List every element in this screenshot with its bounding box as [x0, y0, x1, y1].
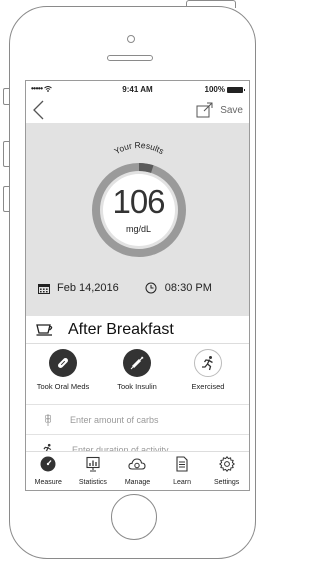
results-panel: Your Results 106 mg/dL Feb 14,2016 08:30…: [26, 123, 249, 316]
took-oral-meds-button[interactable]: Took Oral Meds: [31, 349, 95, 391]
status-bar: ••••• 9:41 AM 100%: [26, 81, 249, 97]
cloud-icon: [128, 458, 147, 470]
calendar-icon: [38, 283, 50, 294]
gauge-icon: [40, 456, 56, 472]
front-camera: [127, 35, 135, 43]
battery-icon: [227, 86, 245, 93]
save-button[interactable]: Save: [220, 105, 243, 116]
tab-label: Settings: [214, 479, 240, 486]
runner-icon: [202, 356, 213, 371]
battery-percent: 100%: [204, 85, 225, 94]
earpiece-speaker: [107, 55, 153, 61]
pill-icon-circle: [49, 349, 77, 377]
tab-learn[interactable]: Learn: [160, 452, 204, 486]
battery-indicator: 100%: [204, 85, 245, 94]
app-screen: ••••• 9:41 AM 100% Save Your Results 106…: [25, 80, 250, 491]
pill-icon: [58, 358, 68, 368]
gear-icon: [218, 455, 235, 473]
glucose-value: 106: [112, 183, 165, 220]
chevron-left-icon[interactable]: [31, 100, 47, 120]
glucose-unit: mg/dL: [125, 224, 151, 234]
date-time-row[interactable]: Feb 14,2016 08:30 PM: [38, 282, 241, 294]
runner-icon-circle: [194, 349, 222, 377]
chart-icon: [86, 456, 100, 472]
tab-measure[interactable]: Measure: [26, 452, 70, 486]
carbs-row: [26, 405, 249, 435]
share-icon[interactable]: [196, 102, 214, 118]
reading-date[interactable]: Feb 14,2016: [57, 282, 119, 294]
syringe-icon-circle: [123, 349, 151, 377]
exercised-button[interactable]: Exercised: [176, 349, 240, 391]
save-action: Save: [196, 102, 243, 118]
actions-row: Took Oral Meds Took Insulin Exercised: [26, 344, 249, 405]
tab-settings[interactable]: Settings: [205, 452, 249, 486]
syringe-icon: [130, 356, 144, 370]
tab-manage[interactable]: Manage: [115, 452, 159, 486]
carbs-input[interactable]: [68, 413, 222, 426]
tab-label: Learn: [173, 479, 192, 486]
meal-selector[interactable]: After Breakfast: [26, 316, 249, 344]
gauge-title: Your Results: [112, 140, 165, 156]
tab-bar: Measure Statistics Manage Learn Settings: [26, 451, 249, 490]
wheat-icon: [44, 413, 52, 426]
cup-icon: [36, 323, 53, 336]
clock-icon: [145, 282, 157, 294]
tab-label: Manage: [124, 479, 151, 486]
took-insulin-button[interactable]: Took Insulin: [105, 349, 169, 391]
action-label: Exercised: [191, 382, 225, 391]
tab-label: Statistics: [78, 479, 107, 486]
reading-time[interactable]: 08:30 PM: [165, 282, 212, 294]
home-button[interactable]: [111, 494, 157, 540]
action-label: Took Insulin: [117, 382, 157, 391]
action-label: Took Oral Meds: [36, 382, 90, 391]
meal-label: After Breakfast: [68, 320, 174, 338]
document-icon: [176, 456, 188, 472]
tab-statistics[interactable]: Statistics: [71, 452, 115, 486]
nav-bar: Save: [26, 97, 249, 123]
tab-label: Measure: [34, 479, 62, 486]
